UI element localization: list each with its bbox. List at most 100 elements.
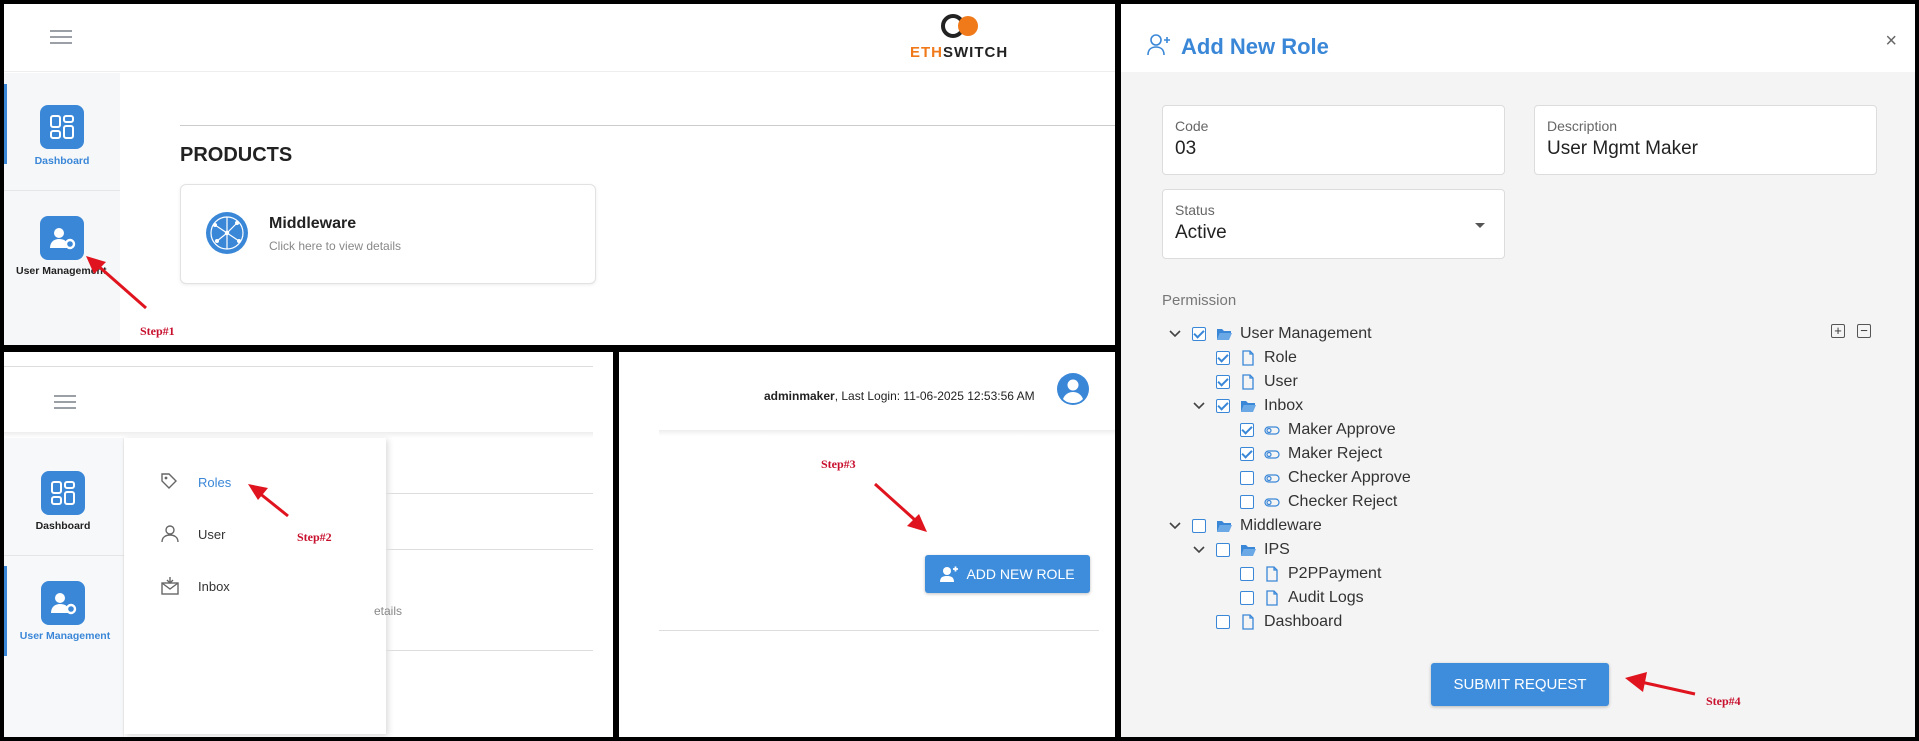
product-card-title: Middleware: [269, 215, 357, 232]
last-login: , Last Login: 11-06-2025 12:53:56 AM: [834, 389, 1035, 403]
description-value: User Mgmt Maker: [1547, 138, 1698, 159]
file-icon: [1242, 614, 1254, 630]
checkbox[interactable]: [1240, 447, 1254, 461]
checkbox[interactable]: [1192, 327, 1206, 341]
tree-node-label: P2PPayment: [1288, 565, 1382, 582]
sidebar-divider: [4, 555, 124, 556]
sidebar-label-dashboard: Dashboard: [35, 520, 91, 532]
chevron-down-icon[interactable]: [1168, 327, 1182, 341]
tree-node-p2ppayment[interactable]: P2PPayment: [1240, 562, 1381, 586]
account-avatar-icon[interactable]: [1057, 373, 1089, 405]
product-card-middleware[interactable]: Middleware Click here to view details: [180, 184, 596, 284]
products-title: PRODUCTS: [180, 144, 293, 166]
chevron-down-icon[interactable]: [1192, 543, 1206, 557]
tree-node-user-management[interactable]: User Management: [1168, 322, 1372, 346]
tree-node-checker-reject[interactable]: Checker Reject: [1240, 490, 1397, 514]
annotation-arrow: [1625, 672, 1696, 696]
submenu-item-user[interactable]: User: [124, 520, 386, 548]
tree-node-role[interactable]: Role: [1216, 346, 1297, 370]
close-icon[interactable]: ×: [1885, 30, 1897, 53]
tree-node-label: User Management: [1240, 325, 1372, 342]
checkbox[interactable]: [1240, 591, 1254, 605]
tree-node-audit-logs[interactable]: Audit Logs: [1240, 586, 1364, 610]
expand-all-icon[interactable]: +: [1831, 324, 1845, 338]
add-new-role-button[interactable]: ADD NEW ROLE: [925, 555, 1090, 593]
user-management-tile: [41, 581, 85, 625]
username: adminmaker: [764, 389, 835, 403]
bg-divider: [386, 549, 593, 550]
tree-node-label: User: [1264, 373, 1298, 390]
file-icon: [1266, 566, 1278, 582]
step4-label: Step#4: [1706, 694, 1741, 708]
menu-toggle-icon[interactable]: [50, 29, 72, 45]
tree-node-label: Middleware: [1240, 517, 1322, 534]
tree-node-maker-approve[interactable]: Maker Approve: [1240, 418, 1396, 442]
toggle-icon: [1264, 498, 1280, 507]
checkbox[interactable]: [1240, 471, 1254, 485]
tree-node-inbox[interactable]: Inbox: [1192, 394, 1303, 418]
tree-node-maker-reject[interactable]: Maker Reject: [1240, 442, 1382, 466]
checkbox[interactable]: [1216, 543, 1230, 557]
submenu-item-inbox[interactable]: Inbox: [124, 572, 386, 600]
menu-toggle-icon[interactable]: [54, 394, 76, 410]
submenu-label-roles: Roles: [198, 475, 232, 490]
submit-request-button[interactable]: SUBMIT REQUEST: [1431, 663, 1609, 706]
checkbox[interactable]: [1240, 495, 1254, 509]
user-icon: [161, 525, 179, 543]
user-management-tile: [40, 216, 84, 260]
step1-label: Step#1: [140, 324, 175, 338]
code-label: Code: [1175, 118, 1209, 134]
tree-node-label: Inbox: [1264, 397, 1304, 414]
tree-node-middleware[interactable]: Middleware: [1168, 514, 1322, 538]
tree-node-label: Checker Approve: [1288, 469, 1411, 486]
status-value: Active: [1175, 222, 1227, 243]
description-field[interactable]: Description User Mgmt Maker: [1534, 105, 1877, 175]
checkbox[interactable]: [1240, 567, 1254, 581]
checkbox[interactable]: [1240, 423, 1254, 437]
sidebar-active-bar: [4, 566, 7, 656]
code-field[interactable]: Code 03: [1162, 105, 1505, 175]
chevron-down-icon[interactable]: [1168, 519, 1182, 533]
annotation-arrow: [248, 484, 289, 518]
file-icon: [1242, 374, 1254, 390]
folder-open-icon: [1217, 521, 1232, 532]
checkbox[interactable]: [1216, 375, 1230, 389]
sidebar-active-bar: [4, 84, 7, 164]
collapse-all-icon[interactable]: −: [1857, 324, 1871, 338]
login-info: adminmaker, Last Login: 11-06-2025 12:53…: [764, 389, 1035, 403]
tree-node-user[interactable]: User: [1216, 370, 1298, 394]
toggle-icon: [1264, 450, 1280, 459]
tree-node-label: Audit Logs: [1288, 589, 1364, 606]
top-divider: [4, 366, 593, 367]
user-gear-icon: [50, 228, 76, 250]
checkbox[interactable]: [1216, 615, 1230, 629]
header-shadow: [659, 430, 1115, 436]
status-label: Status: [1175, 202, 1215, 218]
add-role-dialog: Add New Role × Code 03 Description User …: [1121, 4, 1915, 737]
tree-node-checker-approve[interactable]: Checker Approve: [1240, 466, 1411, 490]
annotation-arrow: [86, 256, 147, 310]
tree-node-dashboard[interactable]: Dashboard: [1216, 610, 1342, 634]
content-divider: [659, 630, 1099, 631]
dashboard-tile: [41, 471, 85, 515]
sidebar-label-user-management: User Management: [19, 630, 111, 642]
file-icon: [1242, 350, 1254, 366]
ethswitch-logo-icon: [941, 14, 978, 38]
tree-node-ips[interactable]: IPS: [1192, 538, 1290, 562]
chevron-down-icon[interactable]: [1192, 399, 1206, 413]
add-user-icon: [940, 566, 959, 582]
checkbox[interactable]: [1216, 351, 1230, 365]
submenu-label-user: User: [198, 527, 226, 542]
toggle-icon: [1264, 474, 1280, 483]
tree-node-label: IPS: [1264, 541, 1290, 558]
tree-node-label: Role: [1264, 349, 1297, 366]
checkbox[interactable]: [1192, 519, 1206, 533]
bg-divider: [386, 493, 593, 494]
checkbox[interactable]: [1216, 399, 1230, 413]
tree-node-label: Checker Reject: [1288, 493, 1398, 510]
status-select[interactable]: Status Active: [1162, 189, 1505, 259]
step2-label: Step#2: [297, 530, 332, 544]
add-user-icon: [1147, 34, 1170, 56]
description-label: Description: [1547, 118, 1618, 134]
step3-panel: adminmaker, Last Login: 11-06-2025 12:53…: [619, 352, 1115, 737]
